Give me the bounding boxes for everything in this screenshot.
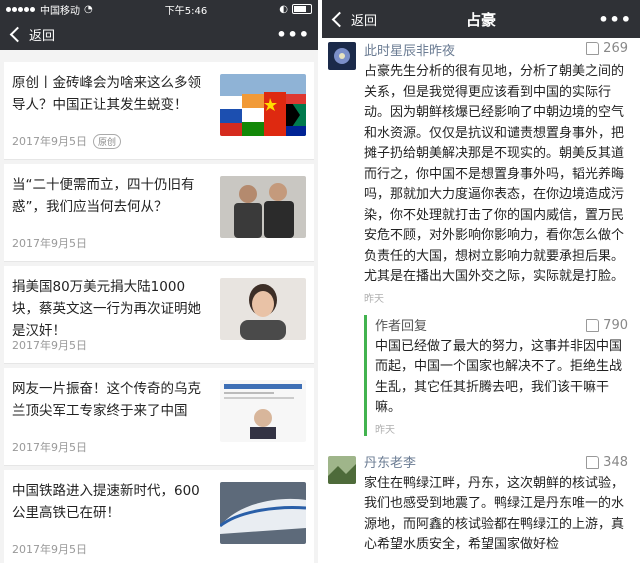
status-bar: 中国移动 ◔ 下午5:46 ◐ — [0, 0, 318, 18]
article-title: 中国铁路进入提速新时代，600公里高铁已在研！ — [12, 483, 200, 521]
back-label: 返回 — [29, 28, 56, 44]
article-title: 捐美国80万美元捐大陆1000块，蔡英文这一行为再次证明她是汉奸！ — [12, 279, 201, 339]
avatar[interactable] — [328, 42, 356, 70]
article-card[interactable]: 中国铁路进入提速新时代，600公里高铁已在研！ 2017年9月5日 — [4, 470, 314, 563]
signal-area: 中国移动 ◔ — [6, 2, 93, 17]
carrier-label: 中国移动 — [40, 5, 80, 17]
comment: 此时星辰非昨夜 269 占豪先生分析的很有见地，分析了朝美之间的关系，但是我觉得… — [322, 38, 640, 305]
author-reply: 作者回复 790 中国已经做了最大的努力，这事并非因中国而起，中国一个国家也解决… — [364, 314, 628, 436]
article-title: 当“二十便需而立，四十仍旧有惑”，我们应当何去何从？ — [12, 177, 195, 215]
signal-icon — [6, 4, 36, 15]
lock-icon: ◐ — [279, 3, 288, 15]
flags-thumbnail — [220, 74, 306, 136]
battery-icon — [292, 4, 312, 14]
avatar[interactable] — [328, 455, 356, 484]
like-button[interactable]: 269 — [586, 41, 628, 56]
more-button[interactable]: ••• — [276, 25, 310, 44]
clock: 下午5:46 — [164, 5, 208, 17]
comment: 丹东老李 348 家住在鸭绿江畔，丹东，这次朝鲜的核试验，我们也感受到地震了。鸭… — [322, 452, 640, 556]
comment-time: 昨天 — [364, 293, 384, 305]
back-button[interactable]: 返回 — [330, 10, 377, 29]
thumbs-up-icon — [586, 318, 600, 332]
portrait-thumbnail — [220, 278, 306, 340]
article-title: 网友一片振奋！这个传奇的乌克兰顶尖军工专家终于来了中国 — [12, 381, 201, 419]
article-card[interactable]: 捐美国80万美元捐大陆1000块，蔡英文这一行为再次证明她是汉奸！ 2017年9… — [4, 266, 314, 364]
comments-screen: 返回 占豪 ••• 此时星辰非昨夜 269 占豪先生分析的很有见地，分析了朝美之… — [322, 0, 640, 563]
comment-text: 家住在鸭绿江畔，丹东，这次朝鲜的核试验，我们也感受到地震了。鸭绿江是丹东唯一的水… — [364, 475, 625, 553]
article-meta: 2017年9月5日 — [12, 439, 87, 455]
two-men-thumbnail — [220, 176, 306, 238]
more-button[interactable]: ••• — [598, 10, 632, 29]
article-meta: 2017年9月5日 — [12, 235, 87, 251]
like-button[interactable]: 790 — [586, 318, 628, 333]
screenshot-composite: 中国移动 ◔ 下午5:46 ◐ 返回 ••• 原创丨金砖峰会为啥来这么多领导人？… — [0, 0, 640, 563]
train-thumbnail — [220, 482, 306, 544]
article-meta: 2017年9月5日 — [12, 337, 87, 353]
right-navbar: 返回 占豪 ••• — [322, 0, 640, 38]
reply-time: 昨天 — [375, 424, 395, 436]
like-count: 790 — [603, 317, 628, 333]
article-date: 2017年9月5日 — [12, 135, 87, 148]
battery-area: ◐ — [279, 4, 312, 15]
chevron-left-icon — [331, 11, 348, 27]
like-count: 269 — [603, 41, 628, 56]
article-date: 2017年9月5日 — [12, 339, 87, 352]
like-count: 348 — [603, 454, 628, 470]
article-list: 原创丨金砖峰会为啥来这么多领导人？中国正让其发生蜕变！ 2017年9月5日 原创 — [4, 62, 314, 563]
chevron-left-icon — [9, 26, 26, 42]
back-label: 返回 — [351, 13, 378, 29]
article-title: 原创丨金砖峰会为啥来这么多领导人？中国正让其发生蜕变！ — [12, 75, 201, 113]
comment-list: 此时星辰非昨夜 269 占豪先生分析的很有见地，分析了朝美之间的关系，但是我觉得… — [322, 38, 640, 556]
thumbs-up-icon — [586, 455, 600, 469]
article-meta: 2017年9月5日 原创 — [12, 133, 122, 149]
original-tag: 原创 — [93, 133, 122, 149]
thumbs-up-icon — [586, 42, 600, 55]
article-card[interactable]: 当“二十便需而立，四十仍旧有惑”，我们应当何去何从？ 2017年9月5日 — [4, 164, 314, 262]
webpage-thumbnail — [220, 380, 306, 442]
article-card[interactable]: 原创丨金砖峰会为啥来这么多领导人？中国正让其发生蜕变！ 2017年9月5日 原创 — [4, 62, 314, 160]
back-button[interactable]: 返回 — [8, 25, 55, 44]
comment-text: 占豪先生分析的很有见地，分析了朝美之间的关系，但是我觉得更应该看到中国的实际行动… — [364, 64, 625, 284]
article-list-screen: 中国移动 ◔ 下午5:46 ◐ 返回 ••• 原创丨金砖峰会为啥来这么多领导人？… — [0, 0, 318, 563]
article-card[interactable]: 网友一片振奋！这个传奇的乌克兰顶尖军工专家终于来了中国 2017年9月5日 — [4, 368, 314, 466]
reply-text: 中国已经做了最大的努力，这事并非因中国而起，中国一个国家也解决不了。拒绝生战生乱… — [375, 338, 623, 416]
wifi-icon: ◔ — [84, 3, 93, 15]
article-meta: 2017年9月5日 — [12, 541, 87, 557]
like-button[interactable]: 348 — [586, 455, 628, 470]
article-date: 2017年9月5日 — [12, 441, 87, 454]
left-navbar: 返回 ••• — [0, 18, 318, 50]
article-date: 2017年9月5日 — [12, 543, 87, 556]
article-date: 2017年9月5日 — [12, 237, 87, 250]
